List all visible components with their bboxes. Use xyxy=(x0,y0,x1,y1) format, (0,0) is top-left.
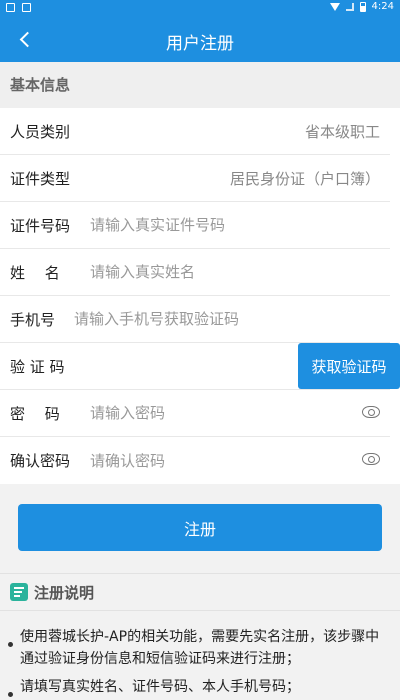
list-item: 请填写真实姓名、证件号码、本人手机号码； xyxy=(0,670,400,698)
signal-icon xyxy=(345,2,354,11)
password-label: 密 码 xyxy=(10,404,60,423)
notes-title: 注册说明 xyxy=(34,583,95,602)
notification-icon xyxy=(6,3,15,12)
list-item: 使用蓉城长护-AP的相关功能，需要先实名注册，该步骤中通过验证身份信息和短信验证… xyxy=(0,620,400,670)
status-bar: 4:24 xyxy=(0,0,400,16)
page-title: 用户注册 xyxy=(166,34,234,54)
phone-row: 手机号 xyxy=(0,296,390,343)
person-type-row[interactable]: 人员类别 省本级职工 xyxy=(0,108,390,155)
confirm-password-label: 确认密码 xyxy=(10,452,71,470)
section-title: 基本信息 xyxy=(0,62,400,108)
id-number-input[interactable] xyxy=(90,216,330,234)
person-type-value: 省本级职工 xyxy=(304,122,380,141)
name-input[interactable] xyxy=(90,263,330,281)
confirm-password-row: 确认密码 xyxy=(0,437,390,484)
bullet xyxy=(8,692,13,697)
id-number-row: 证件号码 xyxy=(0,202,390,249)
document-icon xyxy=(10,583,28,601)
eye-icon[interactable] xyxy=(362,453,380,465)
notes-list: 使用蓉城长护-AP的相关功能，需要先实名注册，该步骤中通过验证身份信息和短信验证… xyxy=(0,620,400,698)
note-text: 使用蓉城长护-AP的相关功能，需要先实名注册，该步骤中通过验证身份信息和短信验证… xyxy=(20,629,380,667)
nav-bar: 用户注册 xyxy=(0,16,400,62)
get-code-button[interactable]: 获取验证码 xyxy=(298,343,400,389)
registration-form: 人员类别 省本级职工 证件类型 居民身份证（户口簿） 证件号码 姓 名 手机号 … xyxy=(0,108,400,484)
bullet xyxy=(8,642,13,647)
id-number-label: 证件号码 xyxy=(10,216,71,235)
status-time: 4:24 xyxy=(371,1,394,12)
status-right: 4:24 xyxy=(329,1,394,12)
register-button[interactable]: 注册 xyxy=(18,504,382,551)
id-type-row[interactable]: 证件类型 居民身份证（户口簿） xyxy=(0,155,390,202)
eye-icon[interactable] xyxy=(362,406,380,418)
password-row: 密 码 xyxy=(0,390,390,437)
name-label: 姓 名 xyxy=(10,263,60,282)
code-label: 验 证 码 xyxy=(10,357,65,376)
id-type-label: 证件类型 xyxy=(10,169,71,188)
note-text: 请填写真实姓名、证件号码、本人手机号码； xyxy=(20,679,300,695)
battery-icon xyxy=(359,1,366,12)
confirm-password-input[interactable] xyxy=(90,451,330,470)
phone-input[interactable] xyxy=(74,310,334,328)
code-row: 验 证 码 获取验证码 xyxy=(0,343,400,390)
name-row: 姓 名 xyxy=(0,249,390,296)
code-input[interactable] xyxy=(90,357,270,375)
notes-header: 注册说明 xyxy=(0,573,400,611)
wifi-icon xyxy=(329,2,340,11)
password-input[interactable] xyxy=(90,404,330,422)
person-type-label: 人员类别 xyxy=(10,122,71,141)
notification-icon xyxy=(22,3,31,12)
phone-label: 手机号 xyxy=(10,310,56,329)
id-type-value: 居民身份证（户口簿） xyxy=(229,169,380,188)
